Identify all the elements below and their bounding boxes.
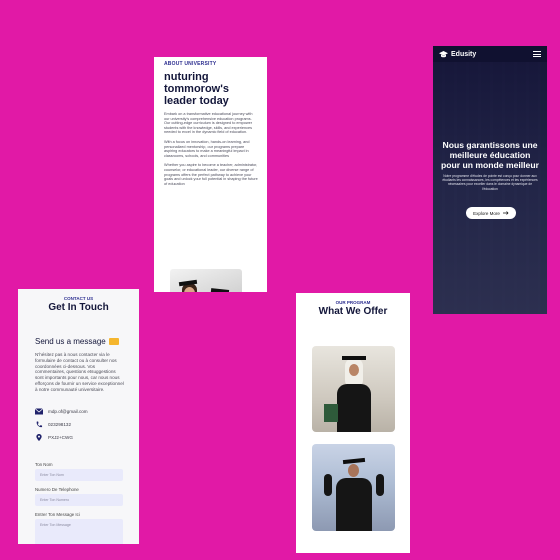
name-placeholder: Enter Ton Nom — [40, 473, 64, 477]
explore-more-label: Explore More — [473, 210, 500, 216]
hero-subtitle: Notre programme d'études de pointe est c… — [442, 174, 538, 191]
contact-title: Get In Touch — [48, 302, 109, 313]
contact-eyebrow: CONTACT US — [63, 296, 94, 301]
hamburger-icon[interactable] — [533, 50, 541, 59]
name-label: Ton Nom — [35, 462, 53, 467]
about-graduates-photo — [170, 269, 242, 292]
offer-card: OUR PROGRAM What We Offer — [296, 293, 410, 553]
phone-icon — [36, 421, 43, 428]
phone-placeholder: Enter Ton Numero — [40, 498, 70, 502]
brand-name: Edusity — [451, 50, 477, 58]
navbar: Edusity — [433, 46, 547, 62]
contact-location-text: PXJ2+CWG — [48, 435, 73, 440]
contact-phone-text: 023298132 — [48, 422, 71, 427]
about-paragraph-3: Whether you aspire to become a teacher, … — [164, 163, 258, 186]
location-pin-icon — [36, 434, 42, 441]
contact-email-text: mdp.of@gmail.com — [48, 409, 88, 414]
hero-card: Edusity Nous garantissons une meilleure … — [433, 46, 547, 314]
envelope-icon — [108, 338, 119, 345]
message-label: Entrer Ton Message Ici — [35, 512, 80, 517]
contact-card: CONTACT US Get In Touch Send us a messag… — [18, 289, 139, 544]
send-message-title: Send us a message — [35, 337, 106, 346]
send-message-heading: Send us a message — [35, 337, 119, 346]
mail-icon — [35, 408, 43, 415]
message-field[interactable]: Enter Ton Message — [35, 519, 123, 544]
contact-phone[interactable]: 023298132 — [35, 421, 71, 428]
graduation-cap-icon — [439, 50, 448, 57]
explore-more-button[interactable]: Explore More — [466, 207, 516, 219]
program-image-1[interactable] — [312, 346, 395, 432]
about-card: ABOUT UNIVERSITY nuturing tommorow's lea… — [154, 57, 267, 292]
phone-label: Numero De Telephone — [35, 487, 79, 492]
about-paragraph-1: Embark on a transformative educational j… — [164, 112, 253, 135]
arrow-right-icon — [502, 211, 509, 215]
about-eyebrow: ABOUT UNIVERSITY — [164, 61, 217, 67]
contact-intro: N'hésitez pas à nous contacter via le fo… — [35, 352, 124, 392]
phone-field[interactable]: Enter Ton Numero — [35, 494, 123, 506]
program-image-2[interactable] — [312, 444, 395, 531]
offer-title: What We Offer — [318, 306, 388, 317]
offer-eyebrow: OUR PROGRAM — [335, 300, 371, 305]
about-paragraph-2: With a focus on innovation, hands-on lea… — [164, 139, 250, 158]
contact-email[interactable]: mdp.of@gmail.com — [35, 408, 88, 415]
name-field[interactable]: Enter Ton Nom — [35, 469, 123, 481]
message-placeholder: Enter Ton Message — [40, 523, 71, 527]
hero-title: Nous garantissons une meilleure éducatio… — [441, 140, 539, 170]
brand-logo[interactable]: Edusity — [439, 50, 477, 58]
about-title: nuturing tommorow's leader today — [164, 71, 229, 107]
contact-location[interactable]: PXJ2+CWG — [35, 434, 73, 441]
